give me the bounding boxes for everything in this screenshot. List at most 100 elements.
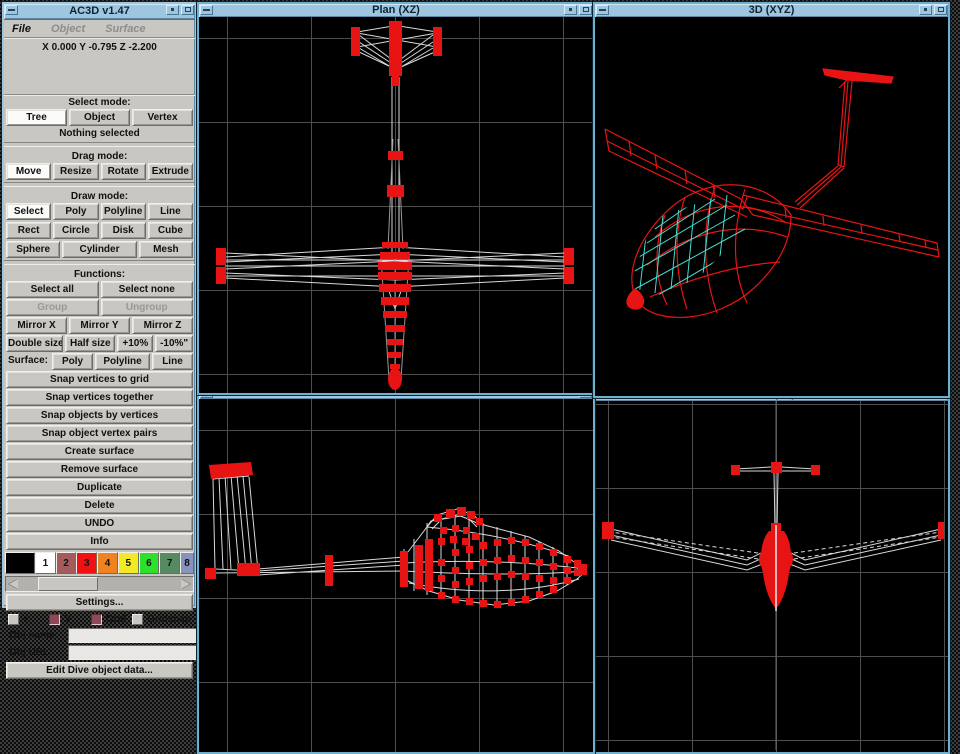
- palette-scrollbar[interactable]: [5, 576, 194, 592]
- v-checkbox-indicator[interactable]: [49, 614, 60, 625]
- select-all-button[interactable]: Select all: [6, 281, 99, 298]
- checkbox-gridsnap[interactable]: Gridsnap: [132, 614, 191, 625]
- surface-line-button[interactable]: Line: [152, 353, 193, 370]
- plan-viewport-window: Plan (XZ): [197, 2, 595, 395]
- shade-icon[interactable]: [166, 5, 179, 15]
- menu-object[interactable]: Object: [51, 23, 85, 35]
- plan-view-canvas[interactable]: [199, 17, 593, 393]
- minimize-icon[interactable]: [596, 5, 609, 15]
- grid-checkbox-indicator[interactable]: [91, 614, 102, 625]
- shade-icon[interactable]: [919, 5, 932, 15]
- plus-checkbox-indicator[interactable]: [8, 614, 19, 625]
- maximize-icon[interactable]: [579, 5, 592, 15]
- draw-poly-button[interactable]: Poly: [53, 203, 98, 220]
- obj-url-label: Obj URL:: [6, 647, 65, 658]
- menu-surface[interactable]: Surface: [105, 23, 145, 35]
- surface-polyline-button[interactable]: Polyline: [95, 353, 150, 370]
- remove-surface-button[interactable]: Remove surface: [6, 461, 193, 478]
- select-mode-vertex-button[interactable]: Vertex: [132, 109, 193, 126]
- color-swatch-black[interactable]: [5, 552, 35, 574]
- color-swatch-6[interactable]: 6: [139, 552, 160, 574]
- color-swatch-3[interactable]: 3: [76, 552, 97, 574]
- ungroup-button[interactable]: Ungroup: [101, 299, 194, 316]
- 3d-view-canvas[interactable]: [595, 17, 948, 396]
- front-view-canvas[interactable]: [199, 399, 593, 752]
- mirror-z-button[interactable]: Mirror Z: [132, 317, 193, 334]
- drag-resize-button[interactable]: Resize: [53, 163, 98, 180]
- scroll-left-icon[interactable]: [6, 577, 22, 591]
- drag-extrude-button[interactable]: Extrude: [148, 163, 193, 180]
- menu-file[interactable]: File: [12, 23, 31, 35]
- draw-select-button[interactable]: Select: [6, 203, 51, 220]
- minus-10pct-button[interactable]: -10%": [155, 335, 193, 352]
- coordinate-readout: X 0.000 Y -0.795 Z -2.200: [4, 38, 195, 95]
- minimize-icon[interactable]: [5, 5, 18, 15]
- group-button[interactable]: Group: [6, 299, 99, 316]
- glider-side-profile-wireframe: [199, 399, 589, 750]
- double-size-button[interactable]: Double size: [6, 335, 63, 352]
- duplicate-button[interactable]: Duplicate: [6, 479, 193, 496]
- draw-disk-button[interactable]: Disk: [101, 222, 146, 239]
- scrollbar-thumb[interactable]: [38, 577, 98, 591]
- select-mode-label: Select mode:: [4, 95, 195, 109]
- front-viewport-window: [197, 391, 595, 754]
- checkbox-grid[interactable]: Grid: [91, 614, 128, 625]
- tool-panel-titlebar[interactable]: AC3D v1.47: [4, 4, 195, 20]
- plus-10pct-button[interactable]: +10%: [117, 335, 153, 352]
- color-swatch-1[interactable]: 1: [35, 552, 56, 574]
- draw-cylinder-button[interactable]: Cylinder: [62, 241, 136, 258]
- side-view-canvas[interactable]: [595, 401, 948, 752]
- gridsnap-checkbox-indicator[interactable]: [132, 614, 143, 625]
- obj-name-input[interactable]: [68, 628, 208, 643]
- select-mode-object-button[interactable]: Object: [69, 109, 130, 126]
- menubar: File Object Surface: [4, 20, 195, 38]
- glider-3d-wireframe: [595, 17, 944, 394]
- snap-vertices-grid-button[interactable]: Snap vertices to grid: [6, 371, 193, 388]
- mirror-y-button[interactable]: Mirror Y: [69, 317, 130, 334]
- view-option-checkboxes: + V Grid Gridsnap: [4, 612, 195, 627]
- shade-icon[interactable]: [564, 5, 577, 15]
- obj-url-input[interactable]: [68, 645, 208, 660]
- drag-move-button[interactable]: Move: [6, 163, 51, 180]
- half-size-button[interactable]: Half size: [65, 335, 115, 352]
- mirror-x-button[interactable]: Mirror X: [6, 317, 67, 334]
- color-swatch-5[interactable]: 5: [118, 552, 139, 574]
- draw-line-button[interactable]: Line: [148, 203, 193, 220]
- draw-polyline-button[interactable]: Polyline: [101, 203, 146, 220]
- 3d-viewport-window: 3D (XYZ): [593, 2, 950, 398]
- snap-vertex-pairs-button[interactable]: Snap object vertex pairs: [6, 425, 193, 442]
- draw-mesh-button[interactable]: Mesh: [139, 241, 193, 258]
- snap-objects-vertices-button[interactable]: Snap objects by vertices: [6, 407, 193, 424]
- maximize-icon[interactable]: [181, 5, 194, 15]
- canopy-mesh: [631, 195, 747, 305]
- color-swatch-7[interactable]: 7: [159, 552, 180, 574]
- draw-rect-button[interactable]: Rect: [6, 222, 51, 239]
- surface-poly-button[interactable]: Poly: [52, 353, 93, 370]
- drag-rotate-button[interactable]: Rotate: [101, 163, 146, 180]
- delete-button[interactable]: Delete: [6, 497, 193, 514]
- create-surface-button[interactable]: Create surface: [6, 443, 193, 460]
- draw-cube-button[interactable]: Cube: [148, 222, 193, 239]
- color-swatch-4[interactable]: 4: [97, 552, 118, 574]
- glider-plan-wireframe: [199, 17, 589, 391]
- scroll-right-icon[interactable]: [177, 577, 193, 591]
- select-mode-tree-button[interactable]: Tree: [6, 109, 67, 126]
- minimize-icon[interactable]: [200, 5, 213, 15]
- maximize-icon[interactable]: [934, 5, 947, 15]
- undo-button[interactable]: UNDO: [6, 515, 193, 532]
- draw-sphere-button[interactable]: Sphere: [6, 241, 60, 258]
- plan-viewport-title: Plan (XZ): [372, 5, 420, 16]
- checkbox-v[interactable]: V: [49, 614, 86, 625]
- color-swatch-8[interactable]: 8: [180, 552, 194, 574]
- edit-dive-object-button[interactable]: Edit Dive object data...: [6, 662, 193, 679]
- draw-circle-button[interactable]: Circle: [53, 222, 98, 239]
- snap-vertices-together-button[interactable]: Snap vertices together: [6, 389, 193, 406]
- info-button[interactable]: Info: [6, 533, 193, 550]
- color-swatch-2[interactable]: 2: [56, 552, 77, 574]
- plan-titlebar[interactable]: Plan (XZ): [199, 4, 593, 18]
- 3d-viewport-title: 3D (XYZ): [749, 5, 795, 16]
- 3d-titlebar[interactable]: 3D (XYZ): [595, 4, 948, 18]
- checkbox-plus[interactable]: +: [8, 614, 45, 625]
- settings-button[interactable]: Settings...: [6, 594, 193, 611]
- select-none-button[interactable]: Select none: [101, 281, 194, 298]
